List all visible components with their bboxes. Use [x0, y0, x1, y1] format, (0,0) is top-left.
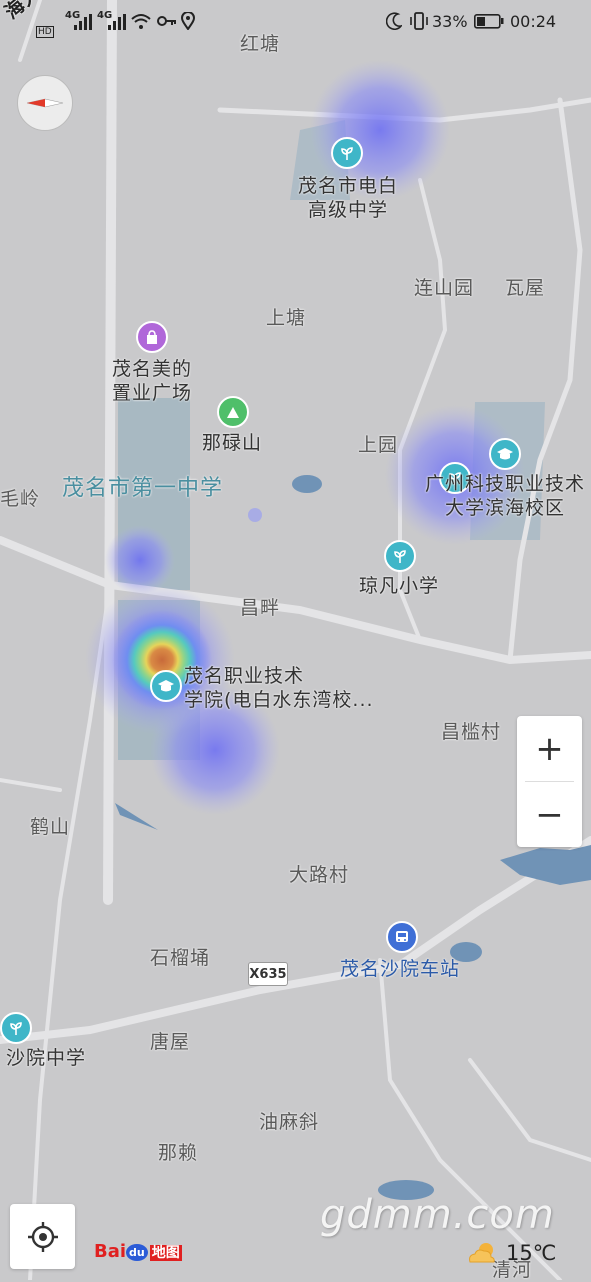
signal-bars-icon — [74, 14, 92, 34]
mountain-icon[interactable] — [217, 396, 249, 428]
tree-poi-icon-4[interactable] — [0, 1012, 32, 1044]
label-dianbai-line1: 茂名市电白 — [297, 175, 398, 197]
zoom-control: + − — [517, 716, 582, 847]
label-dianbai-highschool[interactable]: 茂名市电白 高级中学 — [290, 174, 406, 222]
battery-percent: 33% — [432, 12, 468, 31]
bus-icon[interactable] — [386, 921, 418, 953]
wifi-icon — [131, 13, 151, 34]
graduation-cap-icon-2[interactable] — [150, 670, 182, 702]
road-shield-x635: X635 — [248, 962, 288, 986]
label-hongtang: 红塘 — [240, 33, 281, 55]
baidu-map-logo: Bai du 地图 — [94, 1241, 182, 1262]
signal-bars-icon-2 — [108, 14, 126, 34]
label-gz-univ-line1: 广州科技职业技术 — [424, 473, 585, 495]
status-bar: 4G HD 4G 33% 00:24 — [0, 0, 591, 44]
shopping-bag-icon[interactable] — [136, 321, 168, 353]
graduation-cap-icon[interactable] — [489, 438, 521, 470]
crosshair-icon — [27, 1221, 58, 1252]
label-vocational-line1: 茂名职业技术 — [184, 665, 305, 687]
label-shangtang: 上塘 — [266, 307, 307, 329]
label-gz-univ-line2: 大学滨海校区 — [444, 497, 565, 519]
baidu-paw-icon: du — [126, 1243, 148, 1261]
temperature: 15℃ — [506, 1241, 557, 1265]
label-mall-line2: 置业广场 — [111, 382, 192, 404]
weather-widget[interactable]: 15℃ — [466, 1238, 556, 1268]
baidu-logo-bai: Bai — [94, 1241, 127, 1262]
compass-button[interactable] — [17, 75, 73, 131]
label-lianshanyuan: 连山园 — [414, 277, 475, 299]
zoom-in-button[interactable]: + — [517, 716, 582, 781]
label-no1-school[interactable]: 茂名市第一中学 — [62, 477, 223, 501]
clock-time: 00:24 — [510, 12, 557, 31]
baidu-logo-ditu: 地图 — [149, 1245, 182, 1261]
label-dalucun: 大路村 — [289, 864, 350, 886]
tree-poi-icon-3[interactable] — [384, 540, 416, 572]
label-vocational-line2: 学院(电白水东湾校... — [184, 689, 374, 711]
label-nalushan[interactable]: 那碌山 — [202, 431, 262, 455]
label-mall-line1: 茂名美的 — [111, 358, 192, 380]
zoom-out-button[interactable]: − — [517, 782, 582, 847]
moon-icon — [385, 12, 403, 34]
label-maoling: 毛岭 — [0, 488, 41, 510]
compass-icon — [26, 98, 64, 108]
label-wawu: 瓦屋 — [505, 277, 546, 299]
battery-icon — [474, 14, 504, 33]
label-dianbai-line2: 高级中学 — [307, 199, 388, 221]
partly-cloudy-icon — [469, 1243, 495, 1263]
location-icon — [180, 11, 196, 34]
label-vocational[interactable]: 茂名职业技术 学院(电白水东湾校... — [184, 664, 374, 712]
hd-badge: HD — [36, 26, 54, 38]
label-shangyuan: 上园 — [358, 434, 399, 456]
label-qiongfan[interactable]: 琼凡小学 — [359, 574, 439, 598]
label-changlancun: 昌槛村 — [441, 721, 502, 743]
label-nalai: 那赖 — [158, 1142, 199, 1164]
label-heshan: 鹤山 — [30, 816, 71, 838]
vibrate-icon — [409, 12, 429, 34]
label-changpan: 昌畔 — [240, 597, 281, 619]
watermark: gdmm.com — [320, 1192, 555, 1238]
label-shayuan-school[interactable]: 沙院中学 — [6, 1046, 86, 1070]
tree-poi-icon[interactable] — [331, 137, 363, 169]
label-youmaxie: 油麻斜 — [259, 1111, 320, 1133]
key-icon — [157, 13, 177, 33]
label-shiliutong: 石榴埇 — [150, 947, 211, 969]
label-gz-univ[interactable]: 广州科技职业技术 大学滨海校区 — [420, 472, 590, 520]
locate-button[interactable] — [10, 1204, 75, 1269]
label-shayuan-station[interactable]: 茂名沙院车站 — [340, 957, 460, 981]
label-mall[interactable]: 茂名美的 置业广场 — [104, 357, 200, 405]
label-tangwu: 唐屋 — [150, 1031, 191, 1053]
